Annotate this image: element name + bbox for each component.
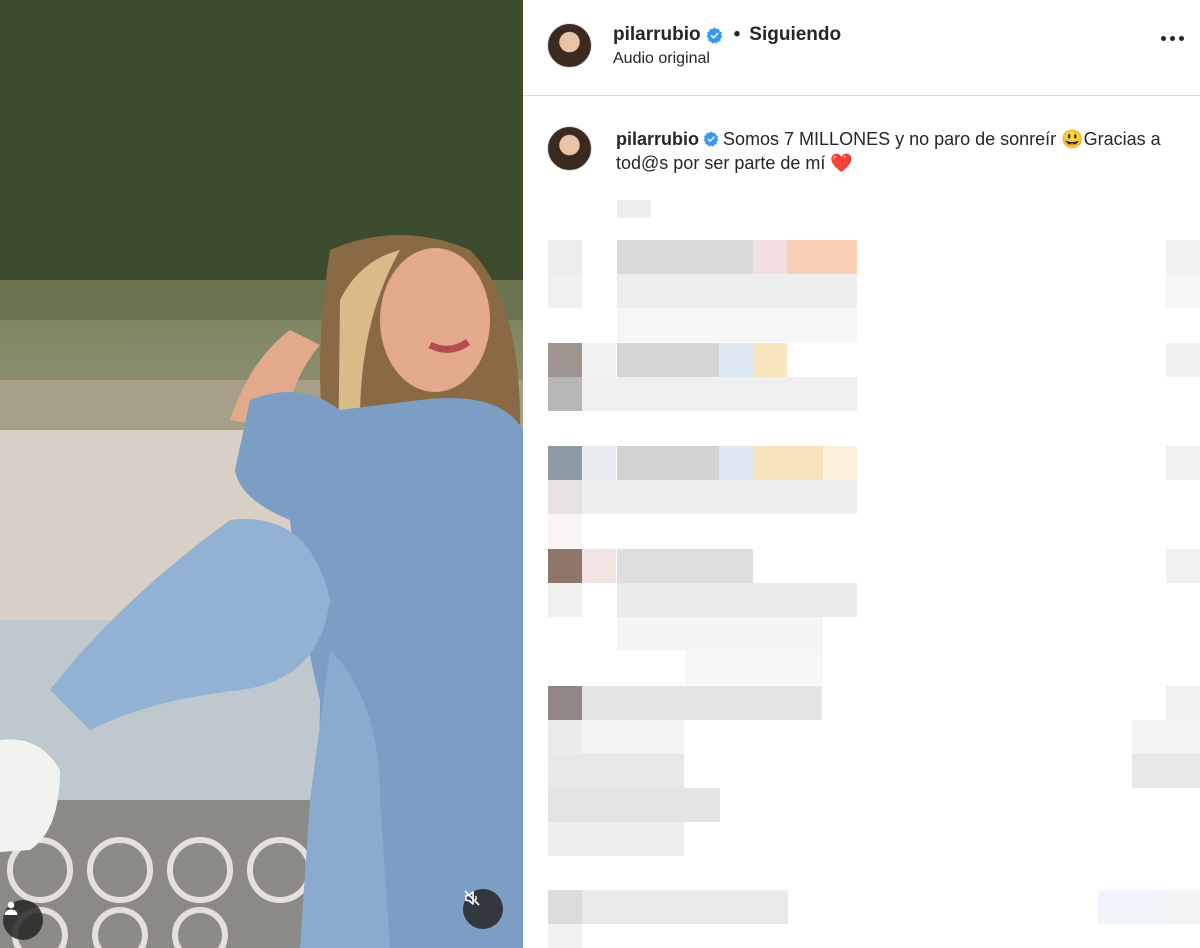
more-options-icon [1161,36,1166,41]
user-tag-icon [4,901,18,915]
separator-dot: • [733,24,741,45]
pixelated-comment-6 [548,890,1200,948]
post-header: pilarrubio • Siguiendo Audio original [523,0,1200,96]
pixelated-comments [548,200,1200,948]
user-tag-button[interactable] [3,900,43,940]
following-button[interactable]: Siguiendo [749,24,841,46]
verified-badge-icon [703,131,719,147]
avatar[interactable] [547,23,592,68]
verified-badge-icon [706,26,722,44]
pixelated-comment-2 [548,343,1200,411]
pixelated-comment-5 [548,686,1200,856]
pixelated-comment-1 [548,200,1200,342]
header-user-row: pilarrubio • Siguiendo [613,24,841,46]
post-details-panel: pilarrubio • Siguiendo Audio original pi… [523,0,1200,948]
more-options-button[interactable] [1161,36,1184,41]
caption-username[interactable]: pilarrubio [616,129,723,149]
mute-button[interactable] [463,889,503,929]
caption-text-block: pilarrubio Somos 7 MILLONES y no paro de… [616,127,1188,175]
pixelated-comment-3 [548,446,1200,548]
header-username[interactable]: pilarrubio [613,24,701,46]
post-photo [0,0,523,948]
caption-avatar[interactable] [547,126,592,171]
audio-link[interactable]: Audio original [613,50,710,68]
post-media[interactable] [0,0,523,948]
muted-audio-icon [464,890,480,906]
pixelated-comment-4 [548,549,1200,685]
